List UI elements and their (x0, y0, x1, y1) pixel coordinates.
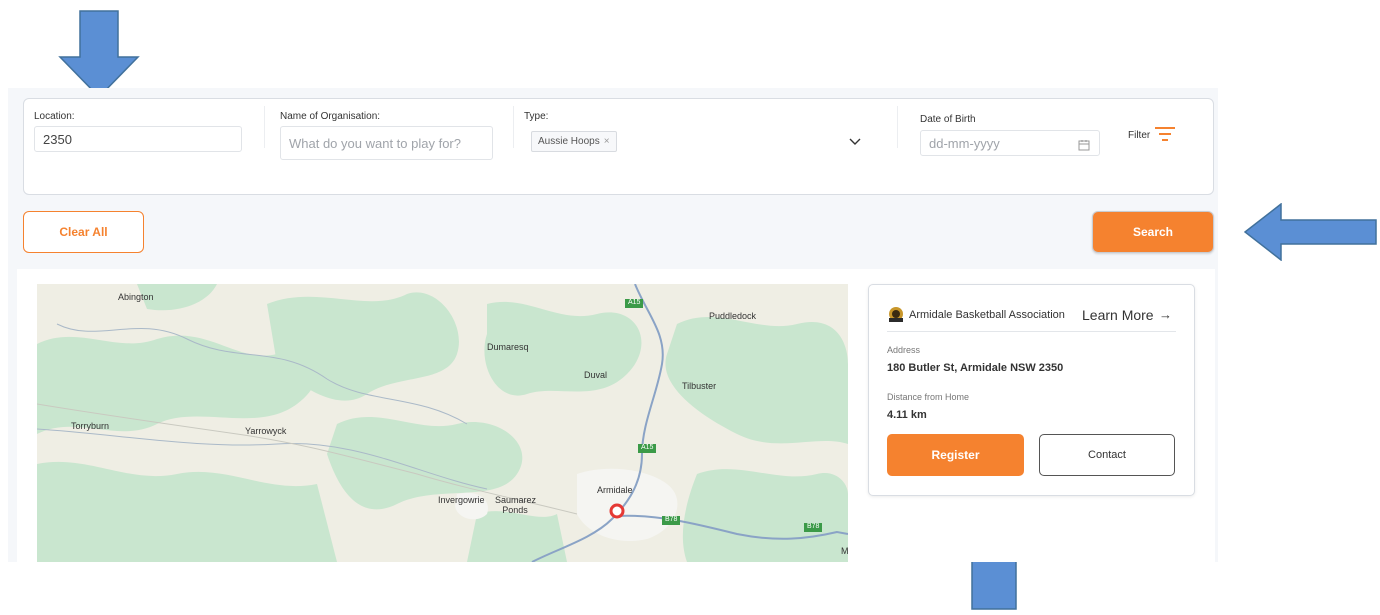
divider (887, 331, 1176, 332)
search-button[interactable]: Search (1092, 211, 1214, 253)
calendar-icon[interactable] (1078, 139, 1090, 151)
road-badge-label: A15 (628, 299, 641, 306)
location-input[interactable]: 2350 (34, 126, 242, 152)
map-place-label: M (841, 546, 849, 556)
dob-input[interactable]: dd-mm-yyyy (920, 130, 1100, 156)
annotation-arrow-left (1244, 203, 1377, 261)
organisation-label: Name of Organisation: (280, 111, 381, 122)
map-place-label: Torryburn (71, 421, 110, 431)
map-place-label: Tilbuster (682, 381, 717, 391)
map-place-label: Yarrowyck (245, 426, 287, 436)
filter-icon[interactable] (1154, 126, 1176, 142)
divider (513, 106, 514, 148)
learn-more-link[interactable]: Learn More (1082, 307, 1154, 323)
location-label: Location: (34, 111, 75, 122)
organisation-input[interactable]: What do you want to play for? (280, 126, 493, 160)
map-place-label: Duval (584, 370, 608, 380)
contact-button[interactable]: Contact (1039, 434, 1175, 476)
distance-label: Distance from Home (887, 392, 970, 402)
map[interactable] (37, 284, 848, 562)
type-tag[interactable]: Aussie Hoops × (531, 131, 617, 152)
map-place-label: Abington (118, 292, 154, 302)
map-place-label: Armidale (597, 485, 633, 495)
map-place-label: Puddledock (709, 311, 757, 321)
club-name: Armidale Basketball Association (909, 309, 1065, 321)
road-badge-label: A15 (641, 444, 654, 451)
dob-label: Date of Birth (920, 114, 976, 125)
arrow-right-icon[interactable]: → (1159, 307, 1172, 322)
register-button[interactable]: Register (887, 434, 1024, 476)
type-tag-label: Aussie Hoops (538, 136, 600, 147)
page: Location: 2350 Name of Organisation: Wha… (0, 0, 1380, 615)
map-place-label: Invergowrie (438, 495, 485, 505)
club-logo-icon (889, 307, 903, 322)
chevron-down-icon[interactable] (848, 134, 862, 148)
road-badge-label: B78 (665, 516, 678, 523)
map-place-label: Saumarez Ponds (495, 495, 537, 515)
filter-label[interactable]: Filter (1128, 130, 1150, 141)
annotation-arrow-down-top (58, 10, 140, 98)
divider (264, 106, 265, 148)
divider (897, 106, 898, 148)
road-badge-label: B78 (807, 523, 820, 530)
map-place-label: Dumaresq (487, 342, 529, 352)
type-label: Type: (524, 111, 549, 122)
address-label: Address (887, 345, 921, 355)
clear-all-button[interactable]: Clear All (23, 211, 144, 253)
tag-remove-icon[interactable]: × (604, 136, 610, 147)
address-value: 180 Butler St, Armidale NSW 2350 (887, 362, 1064, 374)
map-canvas (37, 284, 848, 562)
distance-value: 4.11 km (887, 409, 927, 421)
